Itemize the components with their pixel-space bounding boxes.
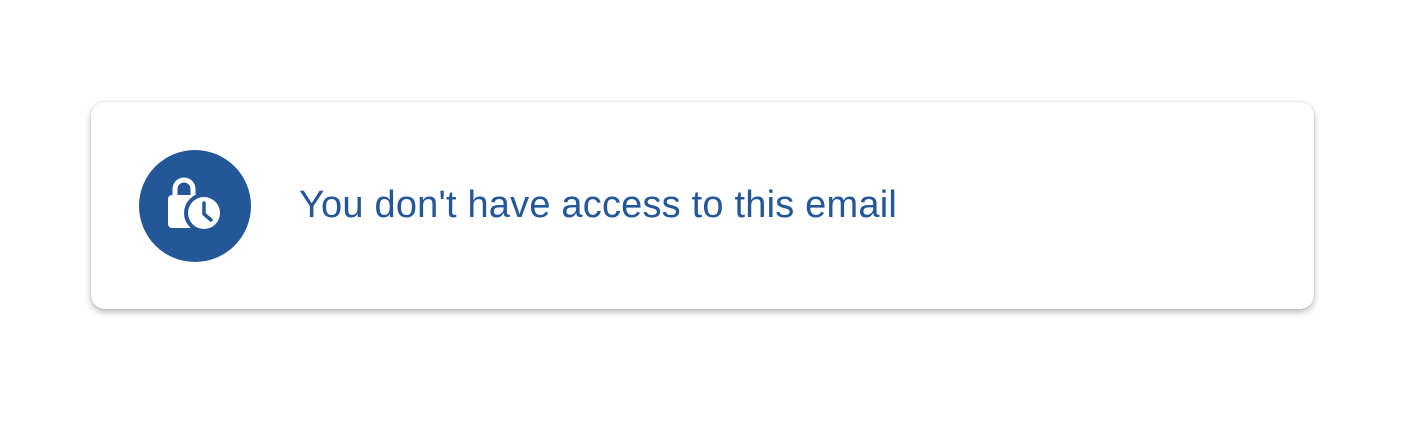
- icon-badge: [139, 150, 251, 262]
- access-denied-card: You don't have access to this email: [91, 102, 1314, 309]
- access-message: You don't have access to this email: [299, 184, 897, 226]
- lock-clock-icon: [162, 173, 228, 239]
